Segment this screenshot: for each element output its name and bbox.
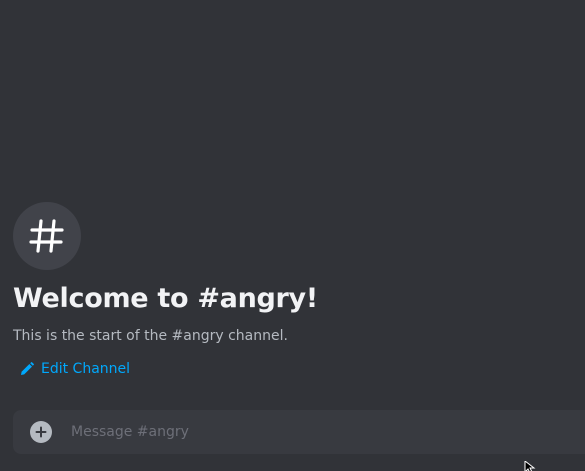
welcome-title: Welcome to #angry! [13, 283, 318, 314]
channel-avatar [13, 202, 81, 270]
channel-description: This is the start of the #angry channel. [13, 328, 288, 344]
plus-glyph [35, 426, 47, 438]
message-input[interactable] [69, 409, 585, 455]
plus-circle-icon[interactable] [30, 421, 52, 443]
pencil-icon [21, 362, 34, 375]
edit-channel-label: Edit Channel [41, 361, 131, 377]
message-composer [13, 409, 585, 455]
mouse-cursor-icon [524, 461, 536, 471]
edit-channel-button[interactable]: Edit Channel [20, 359, 130, 379]
hash-icon [29, 219, 64, 253]
